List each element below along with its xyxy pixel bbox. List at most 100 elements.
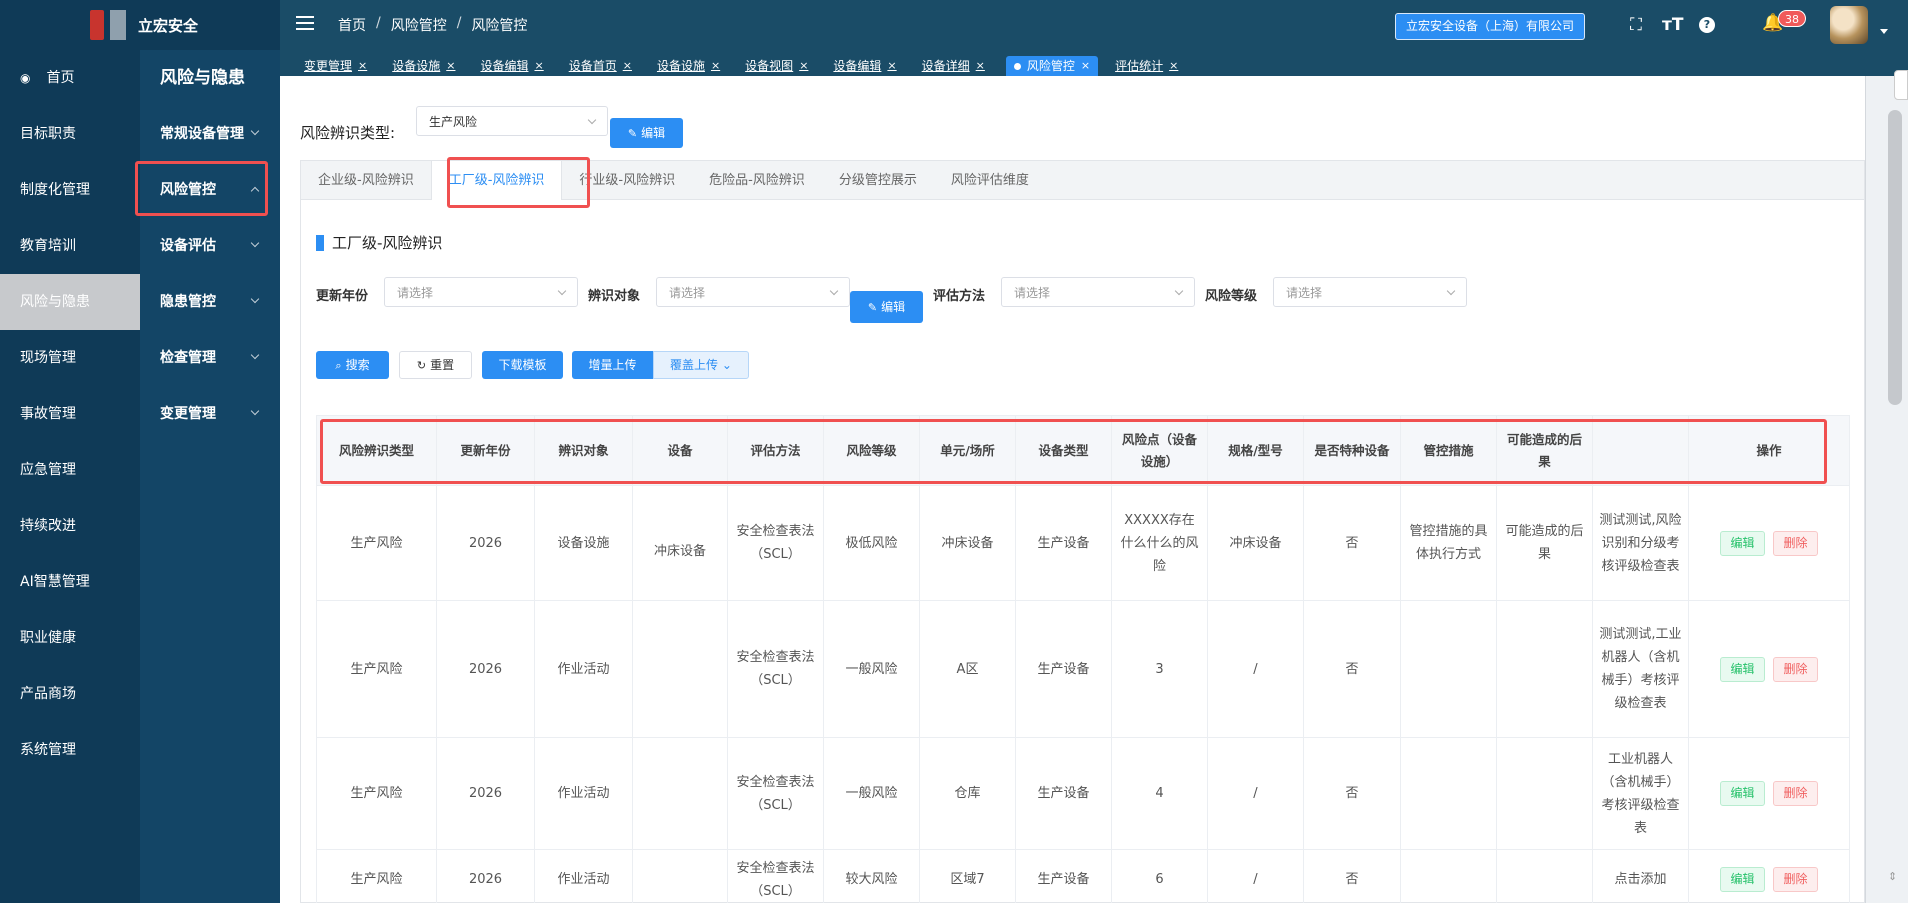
risk-type-select[interactable]: 生产风险 xyxy=(416,106,608,136)
tab-4[interactable]: 分级管控展示 xyxy=(822,161,934,199)
breadcrumb-risk[interactable]: 风险管控 xyxy=(391,15,447,35)
close-icon[interactable]: × xyxy=(799,56,808,76)
chevron-down-icon: ⌄ xyxy=(721,358,732,372)
row-edit-button[interactable]: 编辑 xyxy=(1720,656,1765,682)
fullscreen-icon[interactable]: ⛶ xyxy=(1630,15,1642,35)
sidebar-item-7[interactable]: 应急管理 xyxy=(0,442,140,498)
menu-toggle-icon[interactable] xyxy=(296,16,314,30)
row-delete-button[interactable]: 删除 xyxy=(1773,530,1818,556)
close-icon[interactable]: × xyxy=(1169,56,1178,76)
table-cell: 生产风险 xyxy=(316,849,437,903)
search-button[interactable]: ⌕ 搜索 xyxy=(316,351,389,379)
table-cell: 作业活动 xyxy=(534,849,633,903)
sidebar-item-label: 制度化管理 xyxy=(20,182,90,198)
table-cell: 2026 xyxy=(436,849,535,903)
tag-0[interactable]: 变更管理 × xyxy=(300,56,375,76)
table-cell: / xyxy=(1207,600,1304,738)
tag-7[interactable]: 设备详细 × xyxy=(918,56,993,76)
overwrite-upload-button[interactable]: 覆盖上传 ⌄ xyxy=(653,351,749,379)
tab-0[interactable]: 企业级-风险辨识 xyxy=(301,161,431,199)
sidebar-item-3[interactable]: 教育培训 xyxy=(0,218,140,274)
table-row: 生产风险 2026 作业活动 安全检查表法（SCL） 一般风险 仓库 生产设备 4/否 工业机器… xyxy=(316,737,1850,850)
method-filter-placeholder: 请选择 xyxy=(1014,286,1051,300)
avatar[interactable] xyxy=(1830,6,1868,44)
close-icon[interactable]: × xyxy=(887,56,896,76)
submenu-item-change-management[interactable]: 变更管理 xyxy=(140,386,280,442)
user-menu-chevron-icon[interactable] xyxy=(1880,29,1888,34)
help-icon[interactable]: ? xyxy=(1699,17,1715,33)
sidebar-item-12[interactable]: 系统管理 xyxy=(0,722,140,778)
operation-cell: 编辑 删除 xyxy=(1688,485,1850,601)
risk-type-value: 生产风险 xyxy=(429,115,478,129)
tag-3[interactable]: 设备首页 × xyxy=(565,56,640,76)
table-cell xyxy=(1400,849,1497,903)
submenu-item-routine-equipment[interactable]: 常规设备管理 xyxy=(140,106,280,162)
sidebar-item-10[interactable]: 职业健康 xyxy=(0,610,140,666)
close-icon[interactable]: × xyxy=(446,56,455,76)
method-filter-select[interactable]: 请选择 xyxy=(1001,277,1195,307)
tag-5[interactable]: 设备视图 × xyxy=(741,56,816,76)
year-filter-select[interactable]: 请选择 xyxy=(384,277,578,307)
incremental-upload-button[interactable]: 增量上传 xyxy=(572,351,653,379)
side-drawer-handle[interactable] xyxy=(1894,70,1908,100)
tag-label: 设备编辑 xyxy=(833,59,882,73)
sidebar-item-2[interactable]: 制度化管理 xyxy=(0,162,140,218)
download-template-button[interactable]: 下载模板 xyxy=(482,351,563,379)
close-icon[interactable]: × xyxy=(1081,56,1090,76)
tag-9[interactable]: 评估统计 × xyxy=(1111,56,1186,76)
company-button[interactable]: 立宏安全设备（上海）有限公司 xyxy=(1395,13,1586,40)
font-size-icon[interactable]: ᴛT xyxy=(1662,15,1683,35)
sidebar-item-4[interactable]: 风险与隐患 xyxy=(0,274,140,330)
highlight-active-tab xyxy=(447,157,590,208)
breadcrumb-home[interactable]: 首页 xyxy=(338,15,366,35)
reset-button[interactable]: ↻ 重置 xyxy=(399,351,472,379)
submenu-item-hazard-control[interactable]: 隐患管控 xyxy=(140,274,280,330)
sidebar-item-8[interactable]: 持续改进 xyxy=(0,498,140,554)
sidebar-item-1[interactable]: 目标职责 xyxy=(0,106,140,162)
operation-cell: 编辑 删除 xyxy=(1688,849,1850,903)
object-filter-select[interactable]: 请选择 xyxy=(656,277,850,307)
submenu-item-label: 检查管理 xyxy=(160,350,216,366)
row-delete-button[interactable]: 删除 xyxy=(1773,656,1818,682)
table-cell xyxy=(1496,737,1593,850)
tag-label: 设备详细 xyxy=(921,59,970,73)
sidebar-item-0[interactable]: ◉ 首页 xyxy=(0,50,140,106)
close-icon[interactable]: × xyxy=(623,56,632,76)
close-icon[interactable]: × xyxy=(976,56,985,76)
app-name: 立宏安全 xyxy=(138,16,199,35)
sidebar-item-9[interactable]: AI智慧管理 xyxy=(0,554,140,610)
tag-2[interactable]: 设备编辑 × xyxy=(476,56,551,76)
vertical-scrollbar[interactable] xyxy=(1888,110,1902,405)
close-icon[interactable]: × xyxy=(358,56,367,76)
close-icon[interactable]: × xyxy=(534,56,543,76)
table-cell: 否 xyxy=(1303,849,1401,903)
tag-8[interactable]: 风险管控 × xyxy=(1005,56,1099,76)
tab-5[interactable]: 风险评估维度 xyxy=(934,161,1046,199)
sidebar-item-11[interactable]: 产品商场 xyxy=(0,666,140,722)
risk-type-edit-button[interactable]: ✎ 编辑 xyxy=(610,118,683,148)
row-delete-button[interactable]: 删除 xyxy=(1773,781,1818,806)
highlight-table-header xyxy=(320,419,1827,484)
table-cell: 生产风险 xyxy=(316,485,437,601)
row-delete-button[interactable]: 删除 xyxy=(1773,867,1818,892)
sidebar-item-6[interactable]: 事故管理 xyxy=(0,386,140,442)
tab-3[interactable]: 危险品-风险辨识 xyxy=(692,161,822,199)
tag-label: 变更管理 xyxy=(304,59,353,73)
tag-6[interactable]: 设备编辑 × xyxy=(829,56,904,76)
table-cell xyxy=(1400,737,1497,850)
close-icon[interactable]: × xyxy=(711,56,720,76)
level-filter-select[interactable]: 请选择 xyxy=(1273,277,1467,307)
table-cell xyxy=(632,737,728,850)
reset-label: 重置 xyxy=(430,358,455,372)
sidebar-item-5[interactable]: 现场管理 xyxy=(0,330,140,386)
object-edit-button[interactable]: ✎ 编辑 xyxy=(850,291,923,323)
row-edit-button[interactable]: 编辑 xyxy=(1720,867,1765,892)
tag-1[interactable]: 设备设施 × xyxy=(388,56,463,76)
row-edit-button[interactable]: 编辑 xyxy=(1720,530,1765,556)
submenu-item-equipment-assessment[interactable]: 设备评估 xyxy=(140,218,280,274)
table-cell: 安全检查表法（SCL） xyxy=(727,600,824,738)
tag-4[interactable]: 设备设施 × xyxy=(653,56,728,76)
scroll-down-icon[interactable]: ⇕ xyxy=(1888,870,1897,883)
row-edit-button[interactable]: 编辑 xyxy=(1720,781,1765,806)
submenu-item-inspection[interactable]: 检查管理 xyxy=(140,330,280,386)
